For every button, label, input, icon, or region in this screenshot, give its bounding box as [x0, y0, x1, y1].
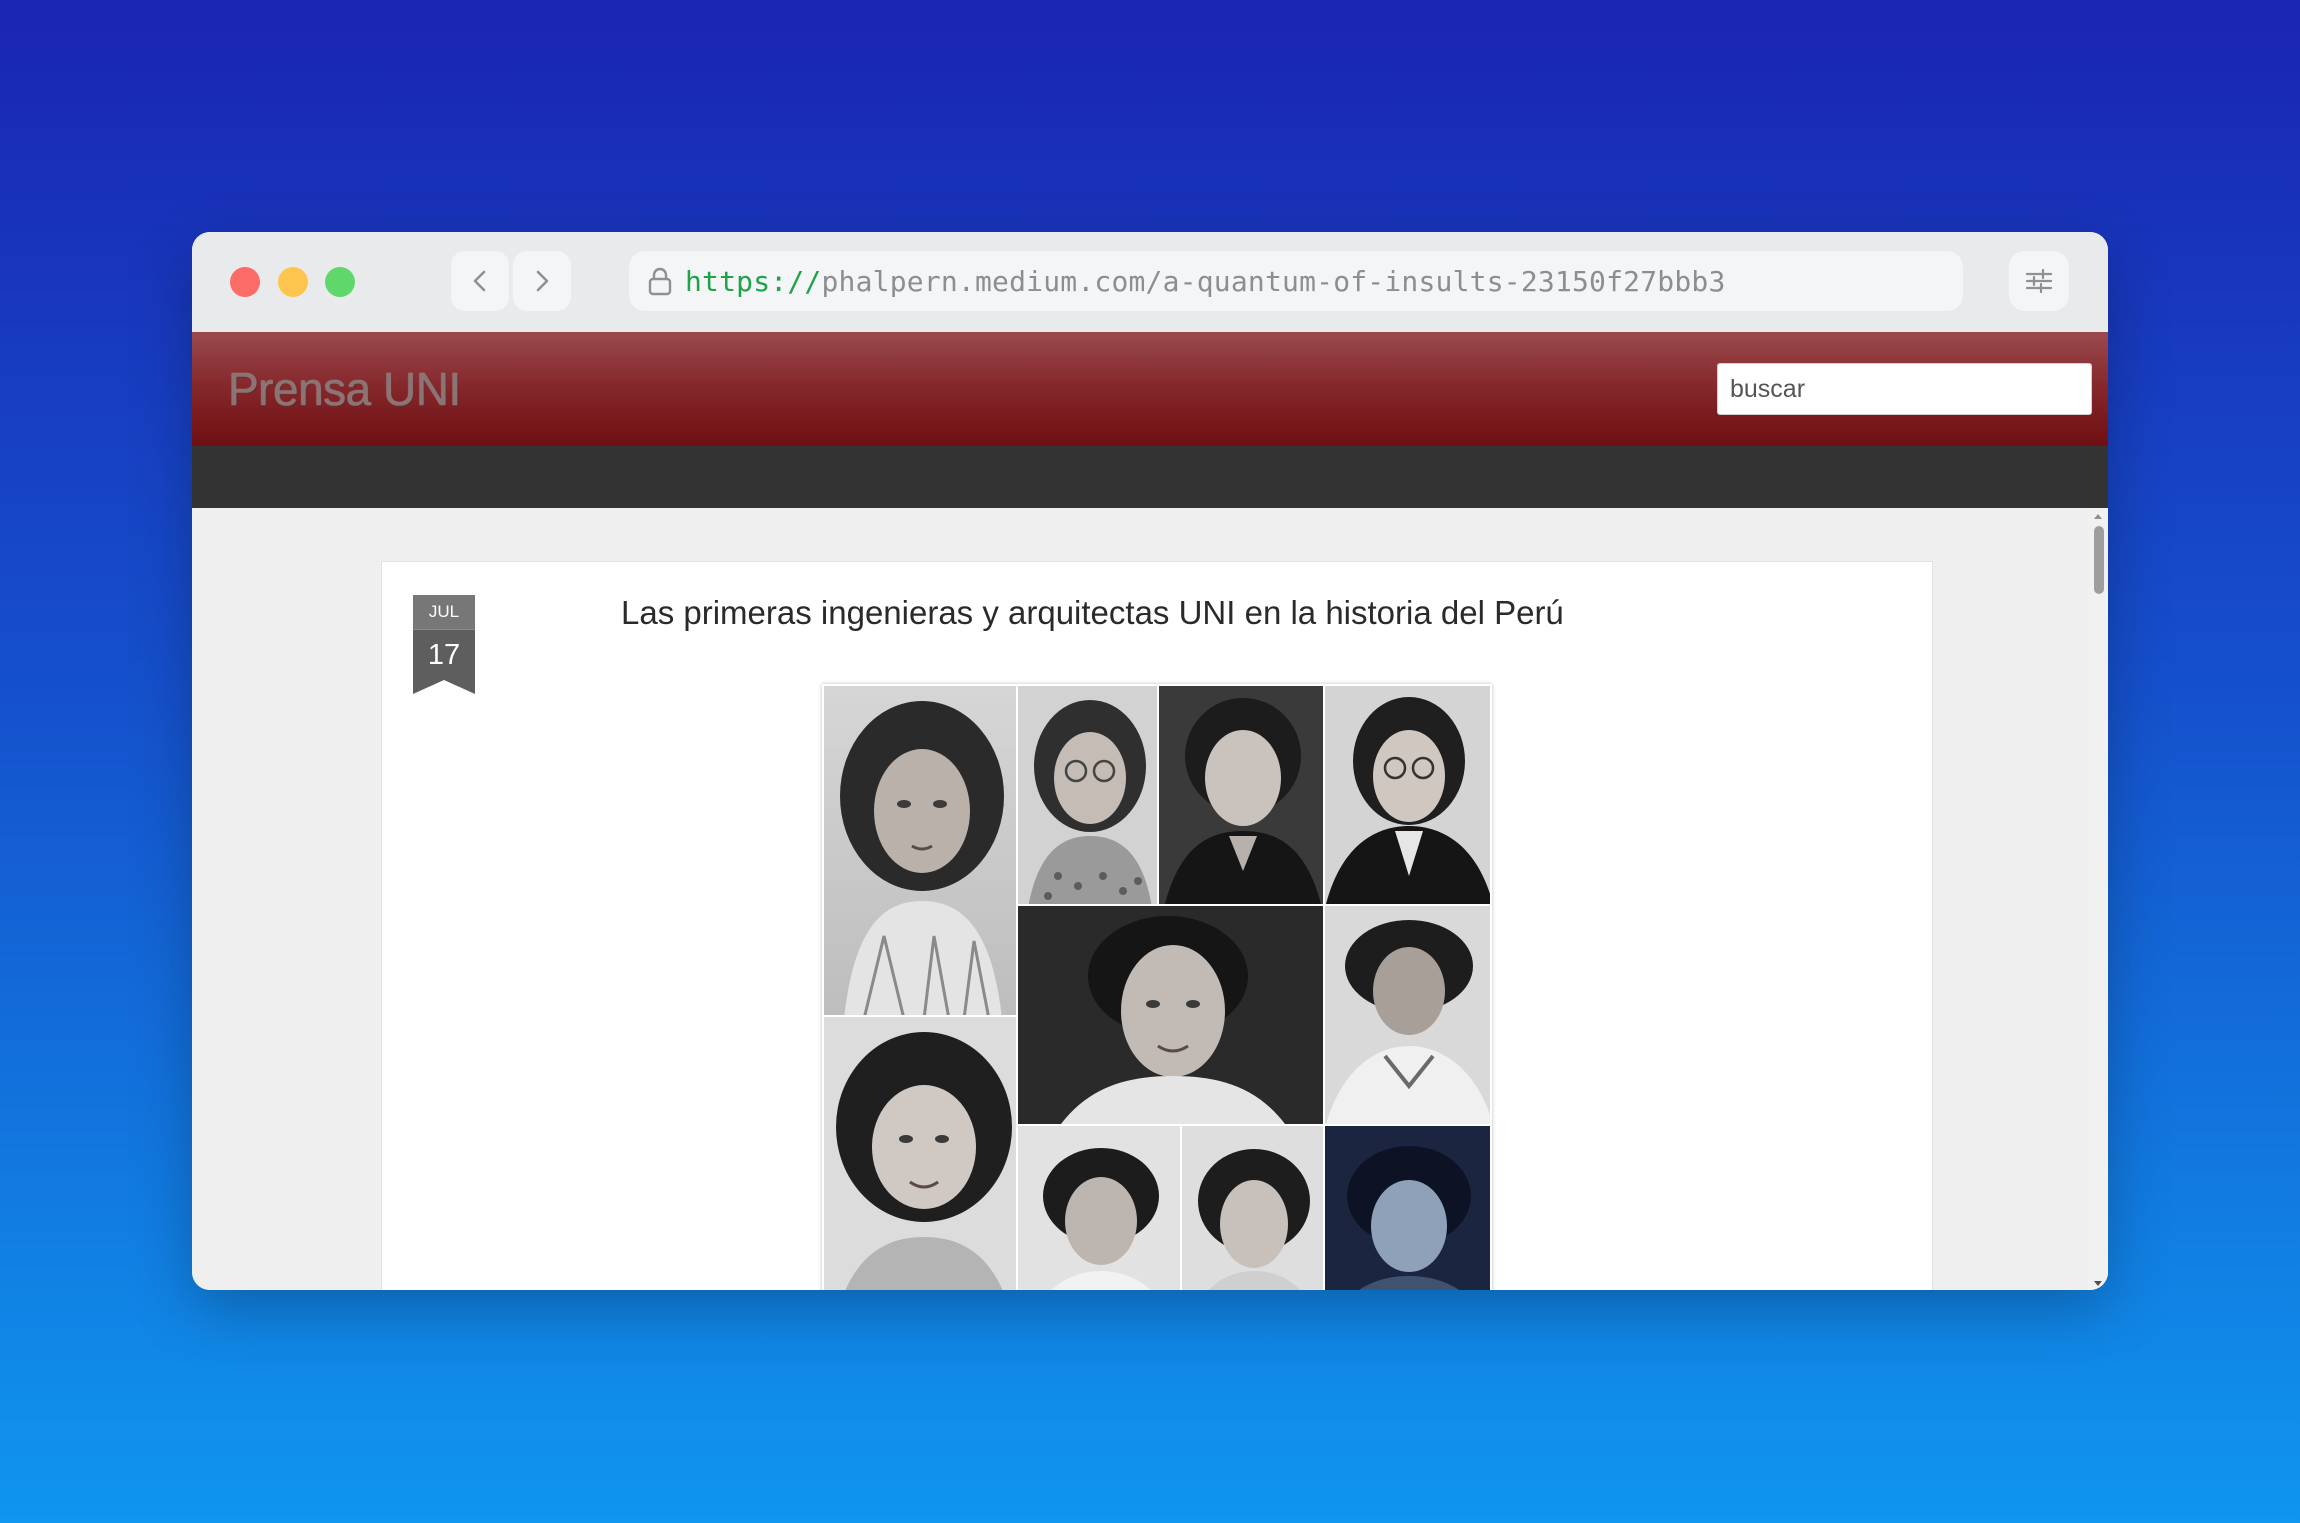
close-window-button[interactable] — [230, 267, 260, 297]
chevron-right-icon — [536, 270, 549, 292]
scroll-down-icon[interactable] — [2094, 1281, 2102, 1286]
site-header: Prensa UNI — [192, 332, 2108, 446]
portrait-photo — [822, 1015, 1018, 1290]
portrait-photo — [1016, 904, 1325, 1126]
date-month: JUL — [413, 595, 475, 629]
minimize-window-button[interactable] — [278, 267, 308, 297]
portrait-photo — [1180, 1124, 1325, 1290]
sliders-icon — [2025, 268, 2053, 294]
url-path: phalpern.medium.com/a-quantum-of-insults… — [821, 264, 1726, 298]
post-card: JUL 17 Las primeras ingenieras y arquite… — [381, 561, 1933, 1290]
forward-button[interactable] — [513, 251, 571, 311]
lock-icon — [643, 264, 677, 298]
date-day: 17 — [413, 629, 475, 680]
page-viewport: Prensa UNI JUL 17 Las primeras ingeniera… — [192, 332, 2108, 1290]
portrait-photo — [1323, 904, 1492, 1126]
portrait-photo — [1323, 1124, 1492, 1290]
portrait-photo — [822, 684, 1018, 1017]
scroll-up-icon[interactable] — [2094, 514, 2102, 519]
url-scheme: https:// — [685, 264, 822, 298]
browser-window: https://phalpern.medium.com/a-quantum-of… — [192, 232, 2108, 1290]
page-scrollbar[interactable] — [2088, 508, 2108, 1290]
portrait-photo — [1016, 1124, 1182, 1290]
back-button[interactable] — [451, 251, 509, 311]
post-image[interactable] — [822, 684, 1492, 1290]
maximize-window-button[interactable] — [325, 267, 355, 297]
ribbon-tail — [413, 680, 475, 694]
nav-menubar — [192, 446, 2108, 508]
date-ribbon: JUL 17 — [413, 595, 475, 694]
browser-toolbar: https://phalpern.medium.com/a-quantum-of… — [192, 232, 2108, 332]
browser-menu-button[interactable] — [2009, 251, 2069, 311]
chevron-left-icon — [473, 270, 486, 292]
portrait-photo — [1323, 684, 1492, 906]
scroll-thumb[interactable] — [2094, 526, 2104, 594]
portrait-photo — [1016, 684, 1159, 906]
post-title[interactable]: Las primeras ingenieras y arquitectas UN… — [621, 594, 1564, 632]
portrait-photo — [1157, 684, 1325, 906]
url-text: https://phalpern.medium.com/a-quantum-of… — [685, 265, 1726, 298]
site-title[interactable]: Prensa UNI — [228, 362, 461, 416]
address-bar[interactable]: https://phalpern.medium.com/a-quantum-of… — [629, 251, 1963, 311]
search-input[interactable] — [1717, 363, 2092, 415]
